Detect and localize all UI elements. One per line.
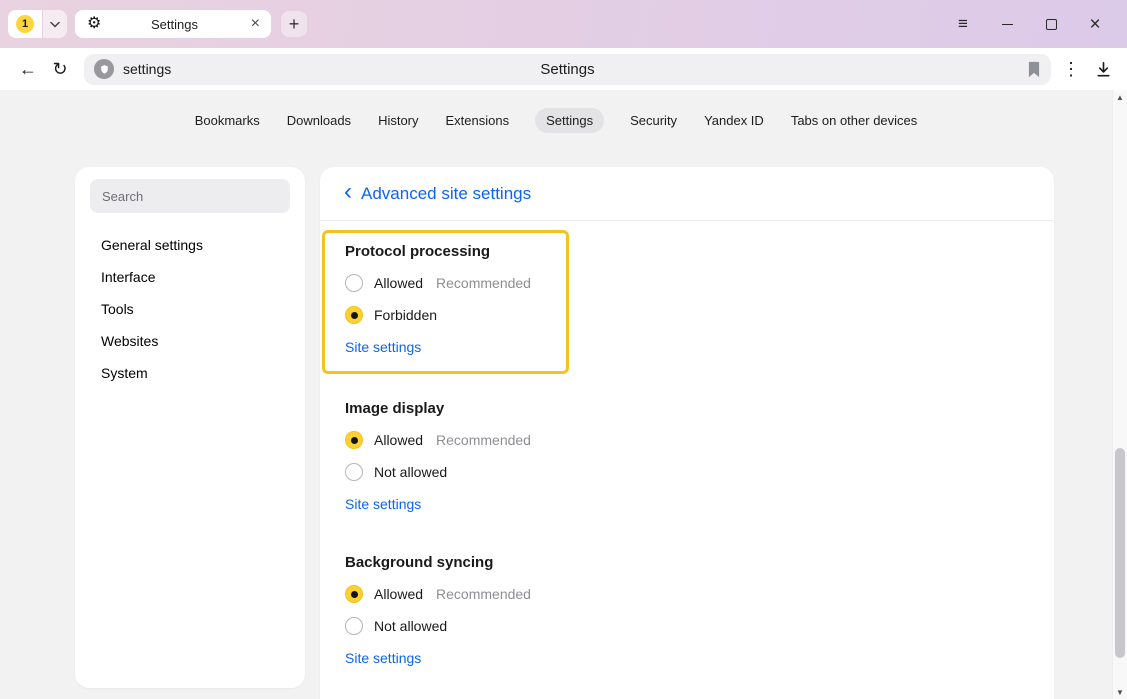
radio-label: Allowed <box>374 275 423 291</box>
minimize-button[interactable] <box>985 9 1029 39</box>
close-button[interactable]: × <box>1073 9 1117 39</box>
hamburger-icon: ≡ <box>958 14 968 34</box>
section-title: Image display <box>345 400 1030 417</box>
close-icon: × <box>1089 15 1100 34</box>
radio-option-allowed[interactable]: Allowed Recommended <box>345 578 1030 610</box>
nav-item-history[interactable]: History <box>377 108 419 133</box>
site-settings-link[interactable]: Site settings <box>345 496 421 512</box>
radio-option-not-allowed[interactable]: Not allowed <box>345 610 1030 642</box>
section-image-display: Image display Allowed Recommended Not al… <box>345 400 1030 514</box>
scroll-up-button[interactable]: ▲ <box>1113 90 1127 104</box>
address-bar[interactable]: settings Settings <box>84 54 1051 85</box>
download-button[interactable] <box>1087 54 1119 84</box>
scroll-down-button[interactable]: ▼ <box>1113 685 1127 699</box>
main-body: Protocol processing Allowed Recommended … <box>320 221 1054 668</box>
radio-label: Forbidden <box>374 307 437 323</box>
radio-label: Allowed <box>374 432 423 448</box>
maximize-icon <box>1046 19 1057 30</box>
main-header: ‹ Advanced site settings <box>320 167 1054 221</box>
url-text: settings <box>123 61 171 77</box>
vertical-scrollbar[interactable]: ▲ ▼ <box>1112 90 1127 699</box>
plus-icon: + <box>289 14 300 35</box>
settings-page: Bookmarks Downloads History Extensions S… <box>0 90 1127 699</box>
radio-button[interactable] <box>345 431 363 449</box>
radio-button[interactable] <box>345 463 363 481</box>
section-background-syncing: Background syncing Allowed Recommended N… <box>345 554 1030 668</box>
tab-list-dropdown[interactable] <box>43 10 67 38</box>
sidebar-items: General settings Interface Tools Website… <box>90 229 290 389</box>
sidebar-item-system[interactable]: System <box>101 357 290 389</box>
nav-item-settings[interactable]: Settings <box>535 108 604 133</box>
nav-item-yandex-id[interactable]: Yandex ID <box>703 108 765 133</box>
search-input[interactable] <box>90 179 290 213</box>
tab-close-icon[interactable]: × <box>248 16 263 32</box>
sidebar-item-general-settings[interactable]: General settings <box>101 229 290 261</box>
advanced-settings-back-link[interactable]: ‹ Advanced site settings <box>344 180 531 207</box>
radio-button[interactable] <box>345 585 363 603</box>
page-title: Settings <box>84 61 1051 78</box>
advanced-site-settings-title: Advanced site settings <box>361 184 531 204</box>
shield-icon <box>99 64 110 75</box>
window-controls: ≡ × <box>941 9 1117 39</box>
nav-item-security[interactable]: Security <box>629 108 678 133</box>
sidebar-item-tools[interactable]: Tools <box>101 293 290 325</box>
bookmark-flag-icon <box>1027 61 1041 78</box>
settings-main-panel: ‹ Advanced site settings Protocol proces… <box>320 167 1054 699</box>
radio-button[interactable] <box>345 617 363 635</box>
minimize-icon <box>1002 24 1013 25</box>
titlebar: 1 ⚙ Settings × + ≡ <box>0 0 1127 48</box>
vertical-dots-icon: ⋮ <box>1062 59 1080 80</box>
nav-item-tabs-other-devices[interactable]: Tabs on other devices <box>790 108 918 133</box>
radio-option-forbidden[interactable]: Forbidden <box>345 299 546 331</box>
menu-button[interactable]: ≡ <box>941 9 985 39</box>
back-button[interactable]: ← <box>12 54 44 84</box>
section-title: Background syncing <box>345 554 1030 571</box>
tab-counter-button[interactable]: 1 <box>8 10 42 38</box>
cards-row: General settings Interface Tools Website… <box>75 167 1054 699</box>
gear-icon: ⚙ <box>87 16 101 32</box>
site-settings-link[interactable]: Site settings <box>345 650 421 666</box>
radio-label: Not allowed <box>374 618 447 634</box>
tab-strip: 1 ⚙ Settings × + <box>8 10 307 38</box>
scroll-thumb[interactable] <box>1115 448 1125 658</box>
download-icon <box>1094 60 1113 79</box>
back-arrow-icon: ← <box>19 59 37 80</box>
section-protocol-processing: Protocol processing Allowed Recommended … <box>322 230 569 374</box>
more-button[interactable]: ⋮ <box>1055 54 1087 84</box>
radio-label: Allowed <box>374 586 423 602</box>
chevron-down-icon <box>50 21 60 28</box>
chevron-left-icon: ‹ <box>344 180 352 207</box>
tab-title: Settings <box>101 17 247 32</box>
sidebar-item-websites[interactable]: Websites <box>101 325 290 357</box>
browser-window: 1 ⚙ Settings × + ≡ <box>0 0 1127 699</box>
section-title: Protocol processing <box>345 243 546 260</box>
site-info-badge[interactable] <box>94 59 114 79</box>
radio-option-not-allowed[interactable]: Not allowed <box>345 456 1030 488</box>
radio-note: Recommended <box>436 432 531 448</box>
tab-count-badge: 1 <box>16 15 34 33</box>
nav-item-extensions[interactable]: Extensions <box>445 108 511 133</box>
nav-item-downloads[interactable]: Downloads <box>286 108 352 133</box>
tab-settings[interactable]: ⚙ Settings × <box>75 10 271 38</box>
radio-button[interactable] <box>345 306 363 324</box>
radio-note: Recommended <box>436 586 531 602</box>
settings-top-nav: Bookmarks Downloads History Extensions S… <box>0 90 1112 134</box>
reload-button[interactable]: ↻ <box>44 54 76 84</box>
nav-item-bookmarks[interactable]: Bookmarks <box>194 108 261 133</box>
radio-note: Recommended <box>436 275 531 291</box>
sidebar-item-interface[interactable]: Interface <box>101 261 290 293</box>
settings-sidebar: General settings Interface Tools Website… <box>75 167 305 688</box>
site-settings-link[interactable]: Site settings <box>345 339 421 355</box>
radio-button[interactable] <box>345 274 363 292</box>
radio-option-allowed[interactable]: Allowed Recommended <box>345 424 1030 456</box>
reload-icon: ↻ <box>52 59 67 80</box>
bookmark-button[interactable] <box>1027 61 1041 78</box>
maximize-button[interactable] <box>1029 9 1073 39</box>
new-tab-button[interactable]: + <box>281 11 307 37</box>
browser-toolbar: ← ↻ settings Settings ⋮ <box>0 48 1127 90</box>
radio-option-allowed[interactable]: Allowed Recommended <box>345 267 546 299</box>
radio-label: Not allowed <box>374 464 447 480</box>
